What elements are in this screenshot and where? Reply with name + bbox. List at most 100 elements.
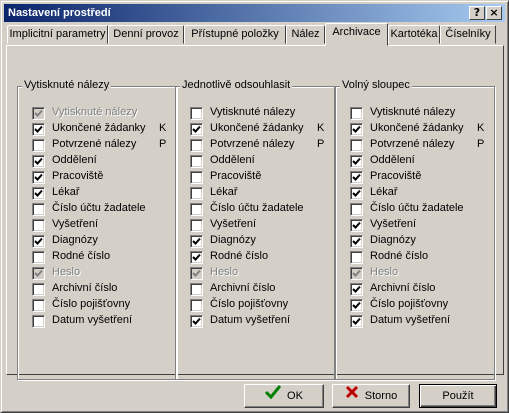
checkbox-row[interactable]: Číslo pojišťovny xyxy=(350,297,492,313)
checkbox[interactable] xyxy=(350,171,363,184)
checkbox-row[interactable]: Lékař xyxy=(350,185,492,201)
checkbox-row[interactable]: Pracoviště xyxy=(32,169,174,185)
checkbox-row[interactable]: Oddělení xyxy=(32,153,174,169)
checkbox-row[interactable]: Oddělení xyxy=(350,153,492,169)
checkbox-row[interactable]: Číslo účtu žadatele xyxy=(190,201,332,217)
checkbox[interactable] xyxy=(190,171,203,184)
checkbox-row[interactable]: Potvrzené nálezy P xyxy=(190,137,332,153)
checkbox[interactable] xyxy=(350,235,363,248)
checkbox[interactable] xyxy=(350,251,363,264)
checkbox[interactable] xyxy=(350,283,363,296)
checkbox-row[interactable]: Rodné číslo xyxy=(350,249,492,265)
checkbox[interactable] xyxy=(32,315,45,328)
checkbox[interactable] xyxy=(190,155,203,168)
checkbox-row[interactable]: Číslo účtu žadatele xyxy=(32,201,174,217)
checkbox-row[interactable]: Diagnózy xyxy=(190,233,332,249)
checkbox[interactable] xyxy=(190,139,203,152)
group-title: Vytisknuté nálezy xyxy=(22,79,112,91)
checkbox-label: Vytisknuté nálezy xyxy=(370,106,456,118)
checkbox-row[interactable]: Ukončené žádanky K xyxy=(350,121,492,137)
checkbox-label: Číslo pojišťovny xyxy=(210,298,289,310)
checkbox[interactable] xyxy=(350,203,363,216)
checkbox[interactable] xyxy=(190,123,203,136)
checkbox-row[interactable]: Datum vyšetření xyxy=(190,313,332,329)
checkbox-row[interactable]: Datum vyšetření xyxy=(350,313,492,329)
checkbox[interactable] xyxy=(190,187,203,200)
checkbox[interactable] xyxy=(350,315,363,328)
checkbox[interactable] xyxy=(32,251,45,264)
checkbox-row[interactable]: Diagnózy xyxy=(350,233,492,249)
checkbox[interactable] xyxy=(350,219,363,232)
checkbox[interactable] xyxy=(32,219,45,232)
checkbox-label: Vyšetření xyxy=(210,218,257,230)
checkbox-row[interactable]: Číslo účtu žadatele xyxy=(350,201,492,217)
checkbox-row[interactable]: Vyšetření xyxy=(190,217,332,233)
checkbox-row[interactable]: Archivní číslo xyxy=(190,281,332,297)
checkbox[interactable] xyxy=(32,139,45,152)
checkbox[interactable] xyxy=(350,155,363,168)
tab-kartoteka[interactable]: Kartotéka xyxy=(388,25,440,44)
checkbox-row[interactable]: Archivní číslo xyxy=(350,281,492,297)
tab-implicitni-parametry[interactable]: Implicitní parametry xyxy=(7,25,108,44)
checkbox-row[interactable]: Pracoviště xyxy=(190,169,332,185)
tab-archivace[interactable]: Archivace xyxy=(325,23,388,46)
checkbox[interactable] xyxy=(32,299,45,312)
checkbox-row[interactable]: Ukončené žádanky K xyxy=(190,121,332,137)
checkbox[interactable] xyxy=(32,283,45,296)
checkbox-row[interactable]: Diagnózy xyxy=(32,233,174,249)
close-button[interactable]: × xyxy=(486,6,502,20)
checkbox xyxy=(350,267,363,280)
checkbox-label: Vytisknuté nálezy xyxy=(210,106,296,118)
group-vytisknute-nalezy: Vytisknuté nálezy Vytisknuté nálezy Ukonč… xyxy=(17,79,177,380)
checkbox-row[interactable]: Oddělení xyxy=(190,153,332,169)
checkbox-row[interactable]: Vytisknuté nálezy xyxy=(190,105,332,121)
checkbox-label: Datum vyšetření xyxy=(52,314,133,326)
checkbox[interactable] xyxy=(350,123,363,136)
checkbox-row[interactable]: Vyšetření xyxy=(350,217,492,233)
checkbox[interactable] xyxy=(32,187,45,200)
tab-ciselniky[interactable]: Číselníky xyxy=(440,25,496,44)
checkbox[interactable] xyxy=(350,107,363,120)
tab-pristupne-polozky[interactable]: Přístupné položky xyxy=(184,25,286,44)
checkbox[interactable] xyxy=(350,299,363,312)
checkbox-row[interactable]: Vytisknuté nálezy xyxy=(350,105,492,121)
checkbox[interactable] xyxy=(190,107,203,120)
checkbox-row[interactable]: Vyšetření xyxy=(32,217,174,233)
checkbox[interactable] xyxy=(190,283,203,296)
ok-button[interactable]: OK xyxy=(244,384,324,408)
pouzit-button[interactable]: Použít xyxy=(419,384,497,408)
checkbox[interactable] xyxy=(32,203,45,216)
group-jednotlive-odsouhlasit: Jednotlivě odsouhlasit Vytisknuté nálezy… xyxy=(175,79,335,380)
checkbox-row[interactable]: Archivní číslo xyxy=(32,281,174,297)
checkbox[interactable] xyxy=(32,123,45,136)
checkbox-row[interactable]: Lékař xyxy=(190,185,332,201)
checkbox-row[interactable]: Číslo pojišťovny xyxy=(32,297,174,313)
checkbox-row[interactable]: Potvrzené nálezy P xyxy=(350,137,492,153)
checkbox-row[interactable]: Potvrzené nálezy P xyxy=(32,137,174,153)
checkbox-row[interactable]: Rodné číslo xyxy=(32,249,174,265)
checkbox-row[interactable]: Lékař xyxy=(32,185,174,201)
checkbox-row[interactable]: Číslo pojišťovny xyxy=(190,297,332,313)
checkbox[interactable] xyxy=(190,299,203,312)
checkbox-row[interactable]: Pracoviště xyxy=(350,169,492,185)
checkbox-label: Datum vyšetření xyxy=(370,314,451,326)
checkbox[interactable] xyxy=(32,171,45,184)
storno-button[interactable]: Storno xyxy=(332,384,410,408)
checkbox[interactable] xyxy=(350,139,363,152)
checkbox[interactable] xyxy=(190,203,203,216)
checkbox[interactable] xyxy=(190,315,203,328)
checkbox[interactable] xyxy=(350,187,363,200)
checkbox-row[interactable]: Datum vyšetření xyxy=(32,313,174,329)
checkbox[interactable] xyxy=(190,251,203,264)
checkbox-label: Rodné číslo xyxy=(52,250,111,262)
checkbox[interactable] xyxy=(32,155,45,168)
tab-denni-provoz[interactable]: Denní provoz xyxy=(108,25,184,44)
help-button[interactable]: ? xyxy=(469,6,485,20)
checkmark-icon xyxy=(264,385,282,407)
checkbox[interactable] xyxy=(190,219,203,232)
checkbox-row[interactable]: Ukončené žádanky K xyxy=(32,121,174,137)
checkbox[interactable] xyxy=(190,235,203,248)
checkbox-row[interactable]: Rodné číslo xyxy=(190,249,332,265)
tab-nalez[interactable]: Nález xyxy=(286,25,325,44)
checkbox[interactable] xyxy=(32,235,45,248)
